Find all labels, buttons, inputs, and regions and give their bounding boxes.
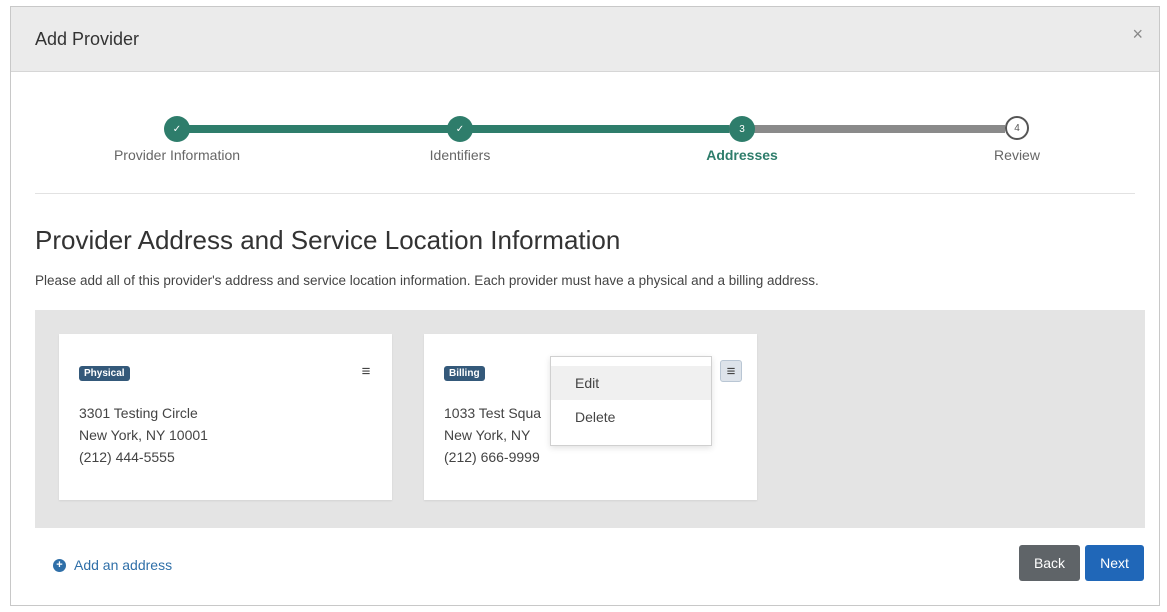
status-badge: Physical (79, 366, 130, 381)
add-address-label: Add an address (74, 557, 173, 573)
modal-title: Add Provider (35, 29, 140, 49)
modal-header: Add Provider × (11, 7, 1159, 72)
step-2-label: Identifiers (429, 147, 491, 163)
next-button[interactable]: Next (1085, 545, 1144, 581)
section-description: Please add all of this provider's addres… (35, 273, 819, 288)
divider (35, 193, 1135, 194)
add-address-link[interactable]: + Add an address (53, 557, 172, 573)
page-title: Provider Address and Service Location In… (35, 225, 621, 255)
step-1-checkmark-icon: ✓ (164, 116, 190, 142)
step-1-label: Provider Information (113, 147, 241, 163)
hamburger-menu-icon[interactable]: ≡ (355, 360, 377, 382)
step-3-marker: 3 (729, 116, 755, 142)
add-provider-modal: Add Provider × ✓ Provider Information ✓ … (10, 6, 1160, 606)
address-line-1: 1033 Test Squa (444, 405, 542, 421)
address-line-1: 3301 Testing Circle (79, 405, 198, 421)
step-4-marker: 4 (1005, 116, 1029, 140)
address-phone: (212) 666-9999 (444, 449, 540, 465)
back-button[interactable]: Back (1019, 545, 1080, 581)
card-actions-dropdown: Edit Delete (550, 356, 712, 446)
menu-item-delete[interactable]: Delete (551, 400, 711, 434)
address-line-2: New York, NY (444, 427, 531, 443)
progress-stepper: ✓ Provider Information ✓ Identifiers 3 A… (11, 71, 1159, 195)
address-text: 3301 Testing Circle New York, NY 10001 (… (79, 402, 208, 468)
address-card-physical: Physical ≡ 3301 Testing Circle New York,… (59, 334, 392, 500)
step-3-label: Addresses (706, 147, 778, 163)
step-4-label: Review (994, 147, 1040, 163)
close-icon[interactable]: × (1132, 25, 1143, 43)
step-2-checkmark-icon: ✓ (447, 116, 473, 142)
address-line-2: New York, NY 10001 (79, 427, 208, 443)
status-badge: Billing (444, 366, 485, 381)
hamburger-menu-icon[interactable]: ≡ (720, 360, 742, 382)
stepper-track-remaining (729, 125, 1005, 133)
plus-circle-icon: + (53, 558, 66, 572)
address-text: 1033 Test Squa New York, NY (212) 666-99… (444, 402, 541, 468)
address-phone: (212) 444-5555 (79, 449, 175, 465)
menu-item-edit[interactable]: Edit (551, 366, 711, 400)
